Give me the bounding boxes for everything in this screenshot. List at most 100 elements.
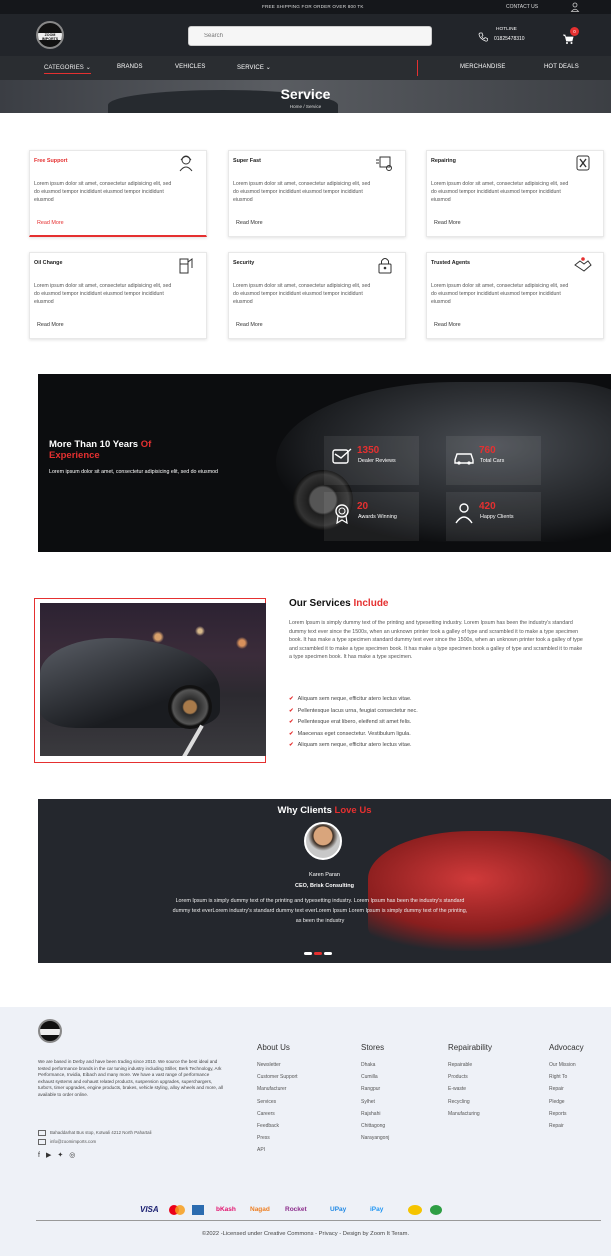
footer-link[interactable]: Manufacturing bbox=[448, 1111, 492, 1123]
footer-link[interactable]: Manufacturer bbox=[257, 1086, 298, 1098]
footer-link[interactable]: Products bbox=[448, 1074, 492, 1086]
hotline[interactable]: HOTLINE 01825478310 bbox=[474, 27, 544, 47]
footer-link[interactable]: Services bbox=[257, 1099, 298, 1111]
chevron-down-icon: ⌄ bbox=[85, 65, 91, 71]
footer-email[interactable]: info@zoomimports.com bbox=[38, 1139, 96, 1145]
location-icon bbox=[38, 1130, 46, 1136]
page-title: Service bbox=[280, 86, 331, 102]
read-more-link[interactable]: Read More bbox=[37, 220, 64, 226]
footer-link[interactable]: Careers bbox=[257, 1111, 298, 1123]
footer-link[interactable]: Customer Support bbox=[257, 1074, 298, 1086]
stat-value: 20 bbox=[357, 501, 369, 512]
footer-link[interactable]: Press bbox=[257, 1135, 298, 1147]
nav-label: CATEGORIES bbox=[44, 65, 84, 71]
site-logo[interactable]: ZOOM IMPORTS bbox=[36, 21, 64, 49]
footer-column-advocacy: Advocacy Our Mission Right To Repair Ple… bbox=[549, 1043, 584, 1135]
list-item: ✔ Maecenas eget consectetur. Vestibulum l… bbox=[289, 730, 411, 737]
footer-link[interactable]: Rangpur bbox=[361, 1086, 389, 1098]
fast-delivery-icon bbox=[376, 156, 392, 171]
phone-icon bbox=[478, 32, 488, 42]
youtube-icon[interactable]: ▶ bbox=[46, 1152, 57, 1159]
service-title: Super Fast bbox=[233, 158, 261, 164]
car-icon bbox=[454, 453, 474, 465]
shipping-notice: FREE SHIPPING FOR ORDER OVER 800 TK bbox=[262, 4, 364, 9]
footer-link[interactable]: Right To bbox=[549, 1074, 584, 1086]
main-nav: CATEGORIES ⌄ BRANDS VEHICLES SERVICE ⌄ M… bbox=[0, 56, 611, 80]
twitter-icon[interactable]: ✦ bbox=[57, 1152, 69, 1159]
footer-logo[interactable] bbox=[38, 1019, 62, 1043]
rocket-logo: Rocket bbox=[285, 1206, 307, 1213]
service-title: Repairing bbox=[431, 158, 456, 164]
service-card: Free Support Lorem ipsum dolor sit amet,… bbox=[29, 150, 207, 237]
read-more-link[interactable]: Read More bbox=[236, 220, 263, 226]
footer-link[interactable]: Repair bbox=[549, 1123, 584, 1135]
footer-link[interactable]: Pledge bbox=[549, 1099, 584, 1111]
check-icon: ✔ bbox=[289, 730, 294, 737]
nav-label: SERVICE bbox=[237, 65, 264, 71]
ipay-logo: iPay bbox=[370, 1206, 384, 1213]
footer-divider bbox=[36, 1220, 601, 1221]
footer-link[interactable]: Narayangonj bbox=[361, 1135, 389, 1147]
visa-logo: VISA bbox=[140, 1205, 159, 1214]
social-links: f▶✦◎ bbox=[38, 1151, 81, 1159]
nav-item-hot-deals[interactable]: HOT DEALS bbox=[544, 64, 579, 70]
user-icon[interactable] bbox=[570, 2, 580, 12]
carousel-dot-active[interactable] bbox=[314, 952, 322, 955]
footer-link[interactable]: Rajshahi bbox=[361, 1111, 389, 1123]
footer-link[interactable]: Chittagong bbox=[361, 1123, 389, 1135]
hotline-label: HOTLINE bbox=[496, 27, 517, 32]
stat-value: 760 bbox=[479, 445, 496, 456]
carousel-dots bbox=[304, 952, 344, 956]
nav-item-service[interactable]: SERVICE ⌄ bbox=[237, 64, 271, 71]
footer-link[interactable]: Cumilla bbox=[361, 1074, 389, 1086]
nav-item-categories[interactable]: CATEGORIES ⌄ bbox=[44, 64, 91, 74]
footer-link[interactable]: API bbox=[257, 1147, 298, 1159]
stat-label: Awards Winning bbox=[358, 514, 397, 520]
hero-banner: Service Home / Service bbox=[0, 80, 611, 113]
footer-link[interactable]: Reports bbox=[549, 1111, 584, 1123]
list-item: ✔ Aliquam sem neque, efficitur atero lect… bbox=[289, 696, 412, 702]
instagram-icon[interactable]: ◎ bbox=[69, 1152, 81, 1159]
service-title: Security bbox=[233, 260, 255, 266]
footer-link[interactable]: Recycling bbox=[448, 1099, 492, 1111]
footer-heading: About Us bbox=[257, 1043, 290, 1052]
footer-link[interactable]: Newsletter bbox=[257, 1062, 298, 1074]
read-more-link[interactable]: Read More bbox=[434, 322, 461, 328]
carousel-dot[interactable] bbox=[324, 952, 332, 955]
repair-tools-icon bbox=[576, 155, 590, 171]
stat-card: 420 Happy Clients bbox=[446, 492, 541, 541]
footer-link[interactable]: Feedback bbox=[257, 1123, 298, 1135]
stat-card: 1350 Dealer Reviews bbox=[324, 436, 419, 485]
read-more-link[interactable]: Read More bbox=[236, 322, 263, 328]
contact-us-link[interactable]: CONTACT US bbox=[506, 4, 538, 10]
nav-item-brands[interactable]: BRANDS bbox=[117, 64, 143, 70]
read-more-link[interactable]: Read More bbox=[434, 220, 461, 226]
copyright: ©2022 -Licensed under Creative Commons -… bbox=[201, 1231, 410, 1237]
stat-label: Dealer Reviews bbox=[358, 458, 396, 464]
services-heading: Our Services Include bbox=[289, 598, 389, 609]
search-input[interactable] bbox=[188, 26, 432, 46]
service-description: Lorem ipsum dolor sit amet, consectetur … bbox=[233, 181, 371, 203]
footer-column-stores: Stores Dhaka Cumilla Rangpur Sylhet Rajs… bbox=[361, 1043, 389, 1147]
footer-link[interactable]: Dhaka bbox=[361, 1062, 389, 1074]
footer-link[interactable]: Our Mission bbox=[549, 1062, 584, 1074]
award-icon bbox=[335, 504, 349, 524]
cart-button[interactable]: 0 bbox=[562, 27, 580, 46]
mail-icon bbox=[38, 1139, 46, 1145]
nav-item-vehicles[interactable]: VEHICLES bbox=[175, 64, 205, 70]
footer-link[interactable]: Repairable bbox=[448, 1062, 492, 1074]
footer-link[interactable]: E-waste bbox=[448, 1086, 492, 1098]
footer-heading: Advocacy bbox=[549, 1043, 584, 1052]
carousel-dot[interactable] bbox=[304, 952, 312, 955]
footer-link[interactable]: Sylhet bbox=[361, 1099, 389, 1111]
nav-divider bbox=[417, 60, 418, 76]
footer-link[interactable]: Repair bbox=[549, 1086, 584, 1098]
facebook-icon[interactable]: f bbox=[38, 1152, 46, 1159]
nav-item-merchandise[interactable]: MERCHANDISE bbox=[460, 64, 505, 70]
footer-heading: Stores bbox=[361, 1043, 385, 1052]
stat-label: Happy Clients bbox=[480, 514, 514, 520]
read-more-link[interactable]: Read More bbox=[37, 322, 64, 328]
logo-text: ZOOM IMPORTS bbox=[41, 33, 59, 41]
testimonial-quote: Lorem Ipsum is simply dummy text of the … bbox=[172, 898, 468, 924]
payment-logo bbox=[430, 1205, 442, 1215]
